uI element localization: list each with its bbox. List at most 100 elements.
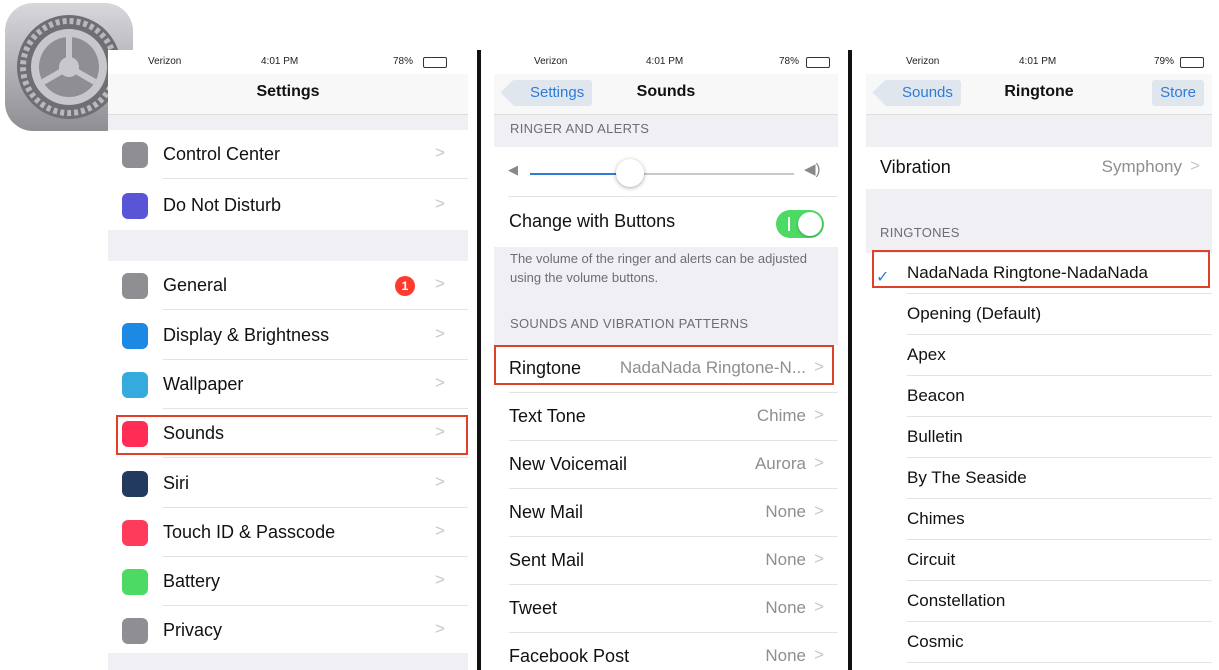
ringtone-name: Cosmic [907,632,964,651]
gear-icon [122,273,148,299]
battery-percent: 78% [779,56,800,67]
ringtone-name: Chimes [907,509,965,528]
hand-icon [122,618,148,644]
sounds-row-label: New Mail [509,502,584,522]
notification-badge: 1 [395,276,415,296]
chevron-right-icon: > [435,521,445,540]
ringtone-item[interactable]: Bulletin [866,417,1212,458]
battery-icon [122,569,148,595]
sounds-highlight [116,415,468,455]
sounds-row-value: Chime [756,406,806,425]
chevron-right-icon: > [814,597,824,616]
flower-icon [122,372,148,398]
vibration-value: Symphony [1101,157,1182,176]
battery-percent: 79% [1154,56,1175,67]
carrier-label: Verizon [534,56,568,67]
ringtone-name: Opening (Default) [907,304,1042,323]
page-title: Settings [256,83,320,100]
sounds-row-value: None [765,646,806,665]
chevron-right-icon: > [435,274,445,293]
toggles-icon [122,142,148,168]
settings-row-label: Display & Brightness [163,325,330,345]
chevron-right-icon: > [435,619,445,638]
chevron-right-icon: > [435,324,445,343]
settings-row-privacy[interactable]: Privacy > [108,606,468,655]
sounds-row-new-mail[interactable]: New Mail None > [494,489,838,537]
moon-icon [122,193,148,219]
ringtone-item[interactable]: Apex [866,335,1212,376]
settings-row-control-center[interactable]: Control Center > [108,130,468,179]
time-label: 4:01 PM [1019,56,1057,67]
ringtone-item[interactable]: By The Seaside [866,458,1212,499]
sounds-row-value: None [765,550,806,569]
time-label: 4:01 PM [646,56,684,67]
sounds-row-facebook-post[interactable]: Facebook Post None > [494,633,838,670]
settings-row-do-not-disturb[interactable]: Do Not Disturb > [108,181,468,230]
battery-icon [423,57,447,68]
sounds-row-label: Text Tone [509,406,586,426]
store-button[interactable]: Store [1152,80,1204,106]
selected-ringtone-highlight [872,250,1210,288]
page-title: Sounds [636,83,696,100]
settings-row-touch-id-passcode[interactable]: Touch ID & Passcode > [108,508,468,557]
ringtone-item[interactable]: Constellation [866,581,1212,622]
battery-icon [1180,57,1204,68]
ringtone-name: Beacon [907,386,965,405]
fingerprint-icon [122,520,148,546]
carrier-label: Verizon [906,56,940,67]
time-label: 4:01 PM [261,56,299,67]
settings-row-siri[interactable]: Siri > [108,459,468,508]
settings-row-label: Control Center [163,144,281,164]
status-bar: Verizon 4:01 PM 78% [108,50,468,74]
chevron-right-icon: > [435,570,445,589]
volume-slider-knob[interactable] [616,159,645,187]
ringtone-item[interactable]: Circuit [866,540,1212,581]
chevron-right-icon: > [814,501,824,520]
sounds-row-text-tone[interactable]: Text Tone Chime > [494,393,838,441]
sounds-row-label: Sent Mail [509,550,585,570]
status-bar: Verizon 4:01 PM 79% [866,50,1212,74]
section-header-ringtones: RINGTONES [880,225,960,240]
ringtone-item[interactable]: Cosmic [866,622,1212,663]
ringtone-highlight [494,345,834,385]
chevron-right-icon: > [814,405,824,424]
settings-row-general[interactable]: General 1 > [108,261,468,310]
ringtone-name: Constellation [907,591,1006,610]
carrier-label: Verizon [148,56,182,67]
volume-row: ◀ ◀) [494,147,838,197]
change-with-buttons-toggle[interactable] [776,210,824,238]
change-with-buttons-row: Change with Buttons [494,197,838,247]
ringtone-name: Circuit [907,550,956,569]
volume-track-filled [530,173,631,175]
section-header-patterns: SOUNDS AND VIBRATION PATTERNS [510,316,749,331]
settings-row-battery[interactable]: Battery > [108,557,468,606]
nav-bar: Settings Sounds [494,74,838,115]
sounds-row-value: None [765,598,806,617]
settings-row-label: Privacy [163,620,223,640]
settings-row-display-brightness[interactable]: Display & Brightness > [108,311,468,360]
volume-footer-note: The volume of the ringer and alerts can … [510,251,808,285]
volume-track-empty [630,173,794,175]
settings-row-wallpaper[interactable]: Wallpaper > [108,360,468,409]
ringtone-item[interactable]: Chimes [866,499,1212,540]
chevron-right-icon: > [1190,156,1200,175]
sounds-row-value: None [765,502,806,521]
vibration-row[interactable]: Vibration Symphony > [866,147,1212,189]
sounds-row-new-voicemail[interactable]: New Voicemail Aurora > [494,441,838,489]
battery-percent: 78% [393,56,414,67]
settings-row-label: Touch ID & Passcode [163,522,336,542]
chevron-right-icon: > [435,373,445,392]
sounds-row-label: Tweet [509,598,558,618]
ringtone-name: By The Seaside [907,468,1027,487]
ringtone-item[interactable]: Beacon [866,376,1212,417]
speaker-low-icon: ◀ [508,162,518,177]
sounds-row-sent-mail[interactable]: Sent Mail None > [494,537,838,585]
chevron-right-icon: > [435,143,445,162]
sounds-row-tweet[interactable]: Tweet None > [494,585,838,633]
chevron-right-icon: > [814,453,824,472]
ringtone-item[interactable]: Opening (Default) [866,294,1212,335]
siri-icon [122,471,148,497]
chevron-right-icon: > [435,194,445,213]
settings-row-label: Wallpaper [163,374,244,394]
ringtone-name: Apex [907,345,946,364]
